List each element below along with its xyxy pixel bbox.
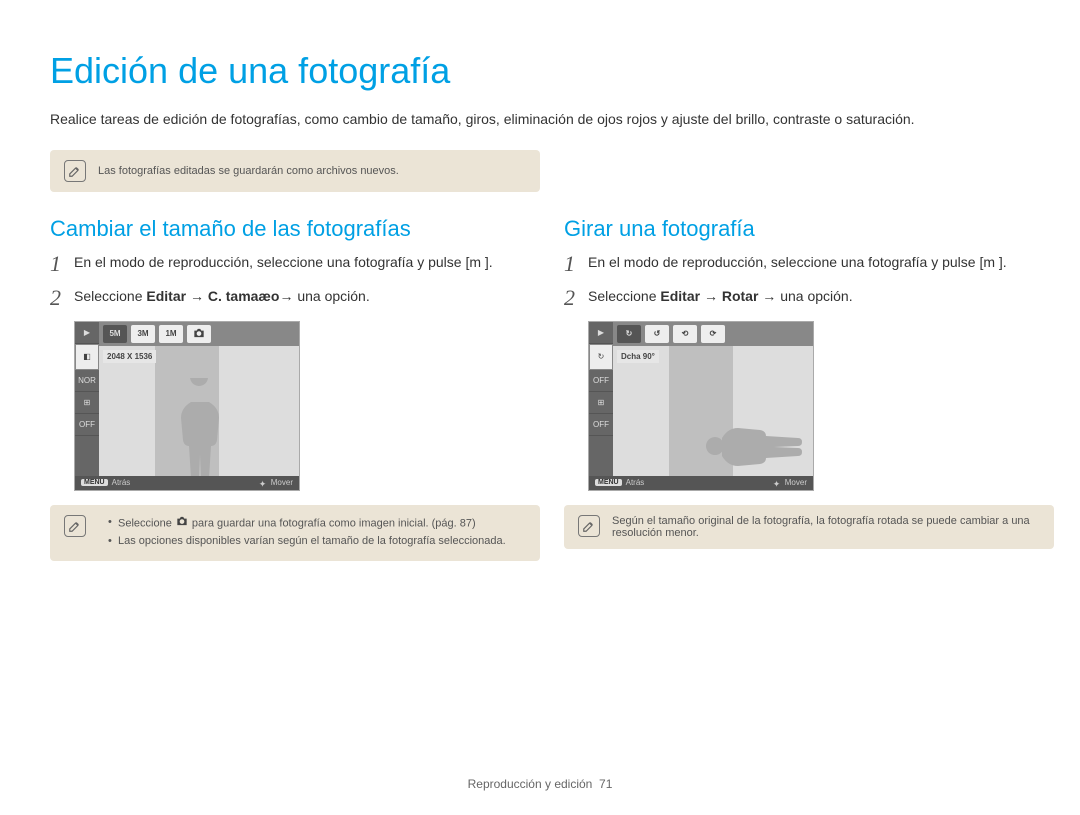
move-label: Mover xyxy=(271,478,293,487)
off-icon: OFF xyxy=(75,414,99,436)
resize-section: Cambiar el tamaño de las fotografías 1 E… xyxy=(50,216,540,585)
screen-topbar: 5M 3M 1M xyxy=(99,322,299,346)
screen-topbar: ↻ ↺ ⟲ ⟳ xyxy=(613,322,813,346)
rotate-option: ⟲ xyxy=(673,325,697,343)
menu-badge: MENU xyxy=(81,479,108,486)
editar-label: Editar xyxy=(146,288,186,304)
step-number: 2 xyxy=(50,286,74,310)
pencil-icon xyxy=(64,160,86,182)
resolution-label: 2048 X 1536 xyxy=(103,350,156,363)
rotate-option: ⟳ xyxy=(701,325,725,343)
arrow-icon: → xyxy=(758,288,780,304)
intro-text: Realice tareas de edición de fotografías… xyxy=(50,110,1030,128)
step-prefix: Seleccione xyxy=(74,288,146,304)
note-text: Las fotografías editadas se guardarán co… xyxy=(98,165,399,177)
adjust-icon: ⊞ xyxy=(589,392,613,414)
footer-back: MENU Atrás xyxy=(75,478,136,487)
off-icon: OFF xyxy=(589,370,613,392)
screen-body xyxy=(99,346,299,476)
footer-back: MENU Atrás xyxy=(589,478,650,487)
play-icon: ▶ xyxy=(75,322,99,344)
step-text: Seleccione Editar → C. tamaæo→ una opció… xyxy=(74,286,540,306)
arrow-icon: → xyxy=(700,288,722,304)
rotate-section: Girar una fotografía 1 En el modo de rep… xyxy=(564,216,1054,585)
note-suffix: para guardar una fotografía como imagen … xyxy=(189,517,476,529)
move-label: Mover xyxy=(785,478,807,487)
back-label: Atrás xyxy=(626,478,645,487)
step-text: Seleccione Editar → Rotar → una opción. xyxy=(588,286,1054,306)
screen-body xyxy=(613,346,813,476)
step-text: En el modo de reproducción, seleccione u… xyxy=(74,252,540,272)
camera-icon xyxy=(175,515,189,532)
step-prefix: Seleccione xyxy=(588,288,660,304)
adjust-icon: ⊞ xyxy=(75,392,99,414)
dpad-icon xyxy=(259,479,267,487)
note-item: Las opciones disponibles varían según el… xyxy=(108,534,506,549)
step-suffix: una opción. xyxy=(297,288,369,304)
step-1-resize: 1 En el modo de reproducción, seleccione… xyxy=(50,252,540,276)
pencil-icon xyxy=(64,515,86,537)
section-heading-resize: Cambiar el tamaño de las fotografías xyxy=(50,216,540,242)
size-option-1m: 1M xyxy=(159,325,183,343)
screen-sidebar: ▶ ↻ OFF ⊞ OFF xyxy=(589,322,613,490)
footer-move: Mover xyxy=(767,478,813,487)
rotation-label: Dcha 90° xyxy=(617,350,659,363)
arrow-icon: → xyxy=(279,288,297,304)
page-footer: Reproducción y edición 71 xyxy=(0,777,1080,791)
arrow-icon: → xyxy=(186,288,208,304)
section-label: Reproducción y edición xyxy=(468,777,593,791)
step-number: 1 xyxy=(564,252,588,276)
resize-note: Seleccione para guardar una fotografía c… xyxy=(50,505,540,562)
nor-icon: NOR xyxy=(75,370,99,392)
step-2-resize: 2 Seleccione Editar → C. tamaæo→ una opc… xyxy=(50,286,540,310)
note-prefix: Seleccione xyxy=(118,517,175,529)
note-list: Seleccione para guardar una fotografía c… xyxy=(98,515,506,552)
size-option-3m: 3M xyxy=(131,325,155,343)
person-silhouette-rotated xyxy=(693,416,813,476)
action-label: C. tamaæo xyxy=(208,288,280,304)
size-option-start xyxy=(187,325,211,343)
step-suffix: una opción. xyxy=(780,288,852,304)
action-label: Rotar xyxy=(722,288,759,304)
step-number: 2 xyxy=(564,286,588,310)
rotate-note: Según el tamaño original de la fotografí… xyxy=(564,505,1054,549)
off-icon: OFF xyxy=(589,414,613,436)
camera-icon xyxy=(192,327,206,341)
note-text: Según el tamaño original de la fotografí… xyxy=(612,515,1040,539)
camera-screen-rotate: ▶ ↻ OFF ⊞ OFF ↻ ↺ ⟲ ⟳ Dcha 90° MENU xyxy=(588,321,814,491)
menu-badge: MENU xyxy=(595,479,622,486)
screen-footer: MENU Atrás Mover xyxy=(589,476,813,490)
footer-move: Mover xyxy=(253,478,299,487)
top-note: Las fotografías editadas se guardarán co… xyxy=(50,150,540,192)
step-1-rotate: 1 En el modo de reproducción, seleccione… xyxy=(564,252,1054,276)
size-option-5m: 5M xyxy=(103,325,127,343)
rotate-icon: ↻ xyxy=(589,344,613,370)
rotate-option: ↺ xyxy=(645,325,669,343)
screen-sidebar: ▶ ◧ NOR ⊞ OFF xyxy=(75,322,99,490)
page-title: Edición de una fotografía xyxy=(50,50,1030,92)
pencil-icon xyxy=(578,515,600,537)
note-item: Seleccione para guardar una fotografía c… xyxy=(108,515,506,532)
play-icon: ▶ xyxy=(589,322,613,344)
rotate-option: ↻ xyxy=(617,325,641,343)
step-text: En el modo de reproducción, seleccione u… xyxy=(588,252,1054,272)
dpad-icon xyxy=(773,479,781,487)
person-silhouette xyxy=(169,378,229,488)
resize-icon: ◧ xyxy=(75,344,99,370)
camera-screen-resize: ▶ ◧ NOR ⊞ OFF 5M 3M 1M 2048 X 1536 xyxy=(74,321,300,491)
editar-label: Editar xyxy=(660,288,700,304)
screen-footer: MENU Atrás Mover xyxy=(75,476,299,490)
back-label: Atrás xyxy=(112,478,131,487)
page-number: 71 xyxy=(599,777,612,791)
step-2-rotate: 2 Seleccione Editar → Rotar → una opción… xyxy=(564,286,1054,310)
section-heading-rotate: Girar una fotografía xyxy=(564,216,1054,242)
step-number: 1 xyxy=(50,252,74,276)
